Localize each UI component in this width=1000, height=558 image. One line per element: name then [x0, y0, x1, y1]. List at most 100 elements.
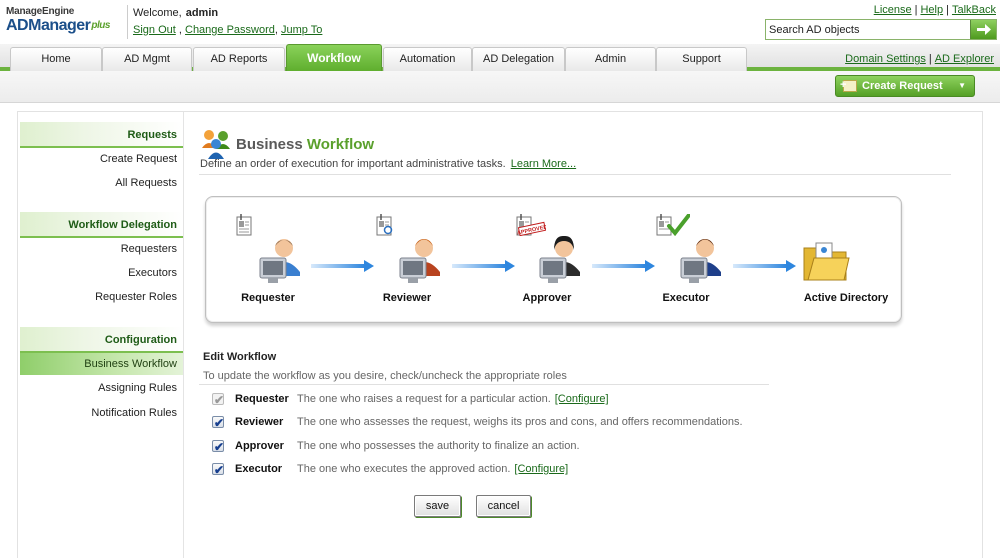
request-document-icon [236, 214, 252, 236]
header: ManageEngine ADManagerplus Welcome, admin… [0, 0, 1000, 44]
logo-divider [127, 5, 128, 39]
arrow-right-icon [977, 24, 991, 35]
tab-ad-reports[interactable]: AD Reports [193, 47, 285, 71]
page-title-part2: Workflow [306, 136, 375, 153]
page-title-part1: Business [236, 136, 303, 153]
active-directory-folder-icon [803, 242, 850, 281]
role-row-approver: Approver The one who possesses the autho… [212, 437, 772, 456]
tab-ad-delegation[interactable]: AD Delegation [472, 47, 565, 71]
save-button[interactable]: save [414, 495, 461, 517]
tab-support[interactable]: Support [656, 47, 747, 71]
sidebar: Requests Create Request All Requests Wor… [20, 112, 183, 558]
action-bar: Create Request ▼ [0, 71, 1000, 103]
change-password-link[interactable]: Change Password [185, 24, 275, 36]
role-name: Reviewer [235, 416, 284, 428]
page-title: Business Workflow [236, 136, 374, 153]
jump-to-link[interactable]: Jump To [281, 24, 322, 36]
sidebar-item-notification-rules[interactable]: Notification Rules [20, 402, 183, 424]
configure-requester-link[interactable]: [Configure] [555, 393, 609, 405]
reviewer-user-icon [399, 239, 440, 283]
sidebar-heading-workflow-delegation: Workflow Delegation [20, 212, 183, 238]
edit-workflow-description: To update the workflow as you desire, ch… [203, 370, 567, 382]
license-link[interactable]: License [874, 4, 912, 16]
admanager-logo[interactable]: ManageEngine ADManagerplus [6, 6, 126, 40]
executor-checkbox[interactable] [212, 461, 224, 479]
flow-arrow-icon [452, 260, 515, 272]
welcome-message: Welcome, admin [133, 7, 218, 19]
executor-user-icon [680, 239, 721, 283]
stage-label-reviewer: Reviewer [382, 292, 432, 304]
sidebar-item-requesters[interactable]: Requesters [20, 238, 183, 260]
role-description-text: The one who raises a request for a parti… [297, 393, 551, 405]
role-row-requester: Requester The one who raises a request f… [212, 390, 772, 409]
role-row-executor: Executor The one who executes the approv… [212, 460, 772, 479]
create-request-label: Create Request [862, 80, 943, 92]
search-box [765, 19, 997, 40]
role-name: Executor [235, 463, 283, 475]
edit-workflow-divider [199, 384, 769, 385]
stage-label-executor: Executor [662, 292, 710, 304]
requester-user-icon [259, 239, 300, 283]
username: admin [185, 7, 219, 19]
business-workflow-icon [202, 130, 230, 159]
help-link[interactable]: Help [920, 4, 943, 16]
configure-executor-link[interactable]: [Configure] [514, 463, 568, 475]
flow-arrow-icon [592, 260, 655, 272]
dropdown-arrow-icon: ▼ [958, 81, 966, 90]
search-go-button[interactable] [970, 20, 996, 39]
role-description: The one who possesses the authority to f… [297, 440, 580, 452]
user-links: Sign Out , Change Password, Jump To [133, 24, 322, 36]
user-links-separator: , [274, 24, 278, 36]
tab-admin[interactable]: Admin [565, 47, 656, 71]
ad-explorer-link[interactable]: AD Explorer [935, 53, 994, 65]
role-description-text: The one who executes the approved action… [297, 463, 511, 475]
sidebar-heading-configuration: Configuration [20, 327, 183, 353]
stage-label-requester: Requester [241, 292, 295, 304]
nav-right-links: Domain Settings | AD Explorer [845, 53, 994, 65]
requester-checkbox[interactable] [212, 391, 224, 409]
page-description: Define an order of execution for importa… [200, 158, 576, 170]
sidebar-item-business-workflow[interactable]: Business Workflow [20, 353, 183, 375]
logo-plus: plus [91, 20, 110, 31]
tab-ad-mgmt[interactable]: AD Mgmt [102, 47, 192, 71]
talkback-link[interactable]: TalkBack [952, 4, 996, 16]
learn-more-link[interactable]: Learn More... [511, 158, 576, 170]
role-name: Requester [235, 393, 289, 405]
main-nav: Home AD Mgmt AD Reports Workflow Automat… [0, 44, 1000, 71]
create-request-button[interactable]: Create Request ▼ [835, 75, 975, 97]
role-row-reviewer: Reviewer The one who assesses the reques… [212, 413, 772, 432]
tab-automation[interactable]: Automation [383, 47, 472, 71]
tab-workflow[interactable]: Workflow [286, 44, 382, 71]
title-divider [199, 174, 951, 175]
role-description: The one who executes the approved action… [297, 460, 568, 478]
top-links: License | Help | TalkBack [873, 4, 996, 16]
welcome-label: Welcome, [133, 7, 182, 19]
sidebar-item-requester-roles[interactable]: Requester Roles [20, 286, 183, 308]
logo-vendor: ManageEngine [6, 6, 75, 17]
approver-checkbox[interactable] [212, 438, 224, 456]
sign-out-link[interactable]: Sign Out [133, 24, 176, 36]
sidebar-item-assigning-rules[interactable]: Assigning Rules [20, 377, 183, 399]
sidebar-divider [183, 112, 184, 558]
user-links-separator: , [178, 24, 182, 36]
stage-label-active-directory: Active Directory [803, 292, 889, 304]
page-description-text: Define an order of execution for importa… [200, 158, 506, 170]
flow-arrow-icon [733, 260, 796, 272]
sidebar-item-executors[interactable]: Executors [20, 262, 183, 284]
logo-product: ADManagerplus [6, 17, 126, 35]
flow-arrow-icon [311, 260, 374, 272]
reviewer-checkbox[interactable] [212, 414, 224, 432]
sidebar-item-create-request[interactable]: Create Request [20, 148, 183, 170]
cancel-button[interactable]: cancel [476, 495, 531, 517]
role-description: The one who assesses the request, weighs… [297, 416, 743, 428]
tab-home[interactable]: Home [10, 47, 102, 71]
review-document-icon [376, 214, 393, 236]
search-input[interactable] [768, 21, 968, 38]
role-description: The one who raises a request for a parti… [297, 390, 609, 408]
sidebar-item-all-requests[interactable]: All Requests [20, 172, 183, 194]
domain-settings-link[interactable]: Domain Settings [845, 53, 926, 65]
edit-workflow-heading: Edit Workflow [203, 351, 277, 363]
stage-label-approver: Approver [522, 292, 572, 304]
role-name: Approver [235, 440, 284, 452]
sidebar-heading-requests: Requests [20, 122, 183, 148]
